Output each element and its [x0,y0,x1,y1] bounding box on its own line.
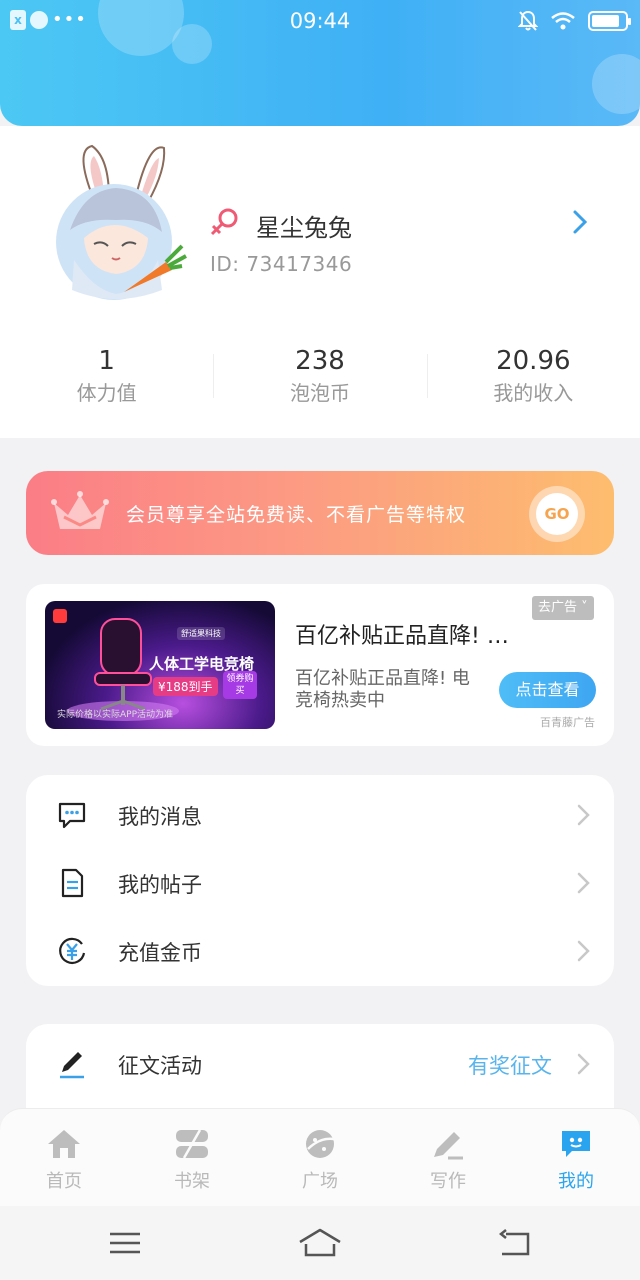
stat-value: 238 [295,346,345,376]
stat-label: 泡泡币 [289,381,350,405]
tab-label: 书架 [174,1171,210,1192]
tab-bookshelf[interactable]: 书架 [128,1109,256,1206]
menu-item-essay-contest[interactable]: 征文活动 有奖征文 [26,1028,614,1096]
profile-card[interactable]: 星尘兔兔 ID: 73417346 1 体力值 238 泡泡币 20.96 我的… [0,126,640,438]
message-icon [58,802,86,829]
stat-label: 体力值 [76,381,137,405]
ad-description: 百亿补贴正品直降! 电竞椅热卖中 [295,668,470,711]
female-gender-icon [210,208,238,236]
battery-icon [588,11,631,31]
remove-ad-button[interactable]: 去广告 ˅ [532,596,594,620]
tab-square[interactable]: 广场 [256,1109,384,1206]
ad-image-brand: 舒适果科技 [177,627,225,640]
document-icon [61,868,84,898]
ad-source: 百青藤广告 [540,716,595,729]
chevron-right-icon [577,804,590,826]
stats-row: 1 体力值 238 泡泡币 20.96 我的收入 [0,344,640,414]
chevron-down-icon: ˅ [581,600,588,615]
back-icon[interactable] [496,1228,536,1258]
tab-label: 写作 [430,1171,466,1192]
write-icon [434,1132,463,1160]
menu-icon[interactable] [106,1228,146,1258]
menu-item-label: 我的消息 [118,805,202,829]
menu-item-label: 征文活动 [118,1054,202,1078]
stat-bubble-coins[interactable]: 238 泡泡币 [213,344,426,414]
remove-ad-label: 去广告 [538,600,578,615]
nickname: 星尘兔兔 [256,214,352,242]
ad-image-footnote: 实际价格以实际APP活动为准 [57,710,174,720]
decor-bubble [592,54,640,114]
home-icon [48,1130,80,1158]
pen-icon [60,1052,84,1079]
tab-home[interactable]: 首页 [0,1109,128,1206]
stat-label: 我的收入 [493,381,574,405]
chevron-right-icon[interactable] [566,208,594,236]
ad-card[interactable]: 舒适果科技 人体工学电竞椅 ¥188到手 领券购买 实际价格以实际APP活动为准… [26,584,614,746]
essay-contest-tag: 有奖征文 [468,1054,552,1078]
wifi-icon [551,12,575,30]
stat-value: 20.96 [496,346,571,376]
menu-item-label: 充值金币 [118,941,202,965]
chevron-right-icon [577,1053,590,1075]
ad-image[interactable]: 舒适果科技 人体工学电竞椅 ¥188到手 领券购买 实际价格以实际APP活动为准 [45,601,275,729]
ad-image-price: ¥188到手 [153,677,218,696]
tab-write[interactable]: 写作 [384,1109,512,1206]
system-navigation-bar [0,1206,640,1280]
stat-stamina[interactable]: 1 体力值 [0,344,213,414]
avatar[interactable] [54,140,204,315]
planet-icon [306,1130,335,1158]
ad-view-button[interactable]: 点击查看 [499,672,596,708]
vip-go-label: GO [536,493,578,535]
header-banner: x ••• 09:44 [0,0,640,126]
tab-label: 我的 [558,1171,594,1192]
chevron-right-icon [577,940,590,962]
vip-banner[interactable]: 会员尊享全站免费读、不看广告等特权 GO [26,471,614,555]
home-button-icon[interactable] [298,1228,342,1258]
mute-icon [518,10,538,31]
menu-item-label: 我的帖子 [118,873,202,897]
tab-me[interactable]: 我的 [512,1109,640,1206]
yuan-coin-icon [59,937,86,964]
ad-image-coupon: 领券购买 [223,671,257,699]
bottom-tab-bar: 首页 书架 广场 写作 我的 [0,1108,640,1206]
vip-go-button[interactable]: GO [529,486,585,542]
crown-icon [51,491,109,529]
menu-item-messages[interactable]: 我的消息 [26,779,614,847]
tab-label: 广场 [302,1171,338,1192]
stat-value: 1 [98,346,115,376]
menu-list: 我的消息 我的帖子 充值金币 [26,775,614,986]
tab-label: 首页 [46,1171,82,1192]
bookshelf-icon [176,1129,208,1159]
stat-income[interactable]: 20.96 我的收入 [426,344,640,414]
vip-banner-text: 会员尊享全站免费读、不看广告等特权 [126,504,467,526]
menu-item-recharge[interactable]: 充值金币 [26,915,614,983]
me-bubble-icon [562,1131,590,1157]
battery-level [592,15,619,27]
ad-title: 百亿补贴正品直降! … [295,624,509,649]
user-id: ID: 73417346 [210,252,353,276]
status-bar: x ••• 09:44 [0,0,640,44]
menu-item-posts[interactable]: 我的帖子 [26,847,614,915]
chevron-right-icon [577,872,590,894]
